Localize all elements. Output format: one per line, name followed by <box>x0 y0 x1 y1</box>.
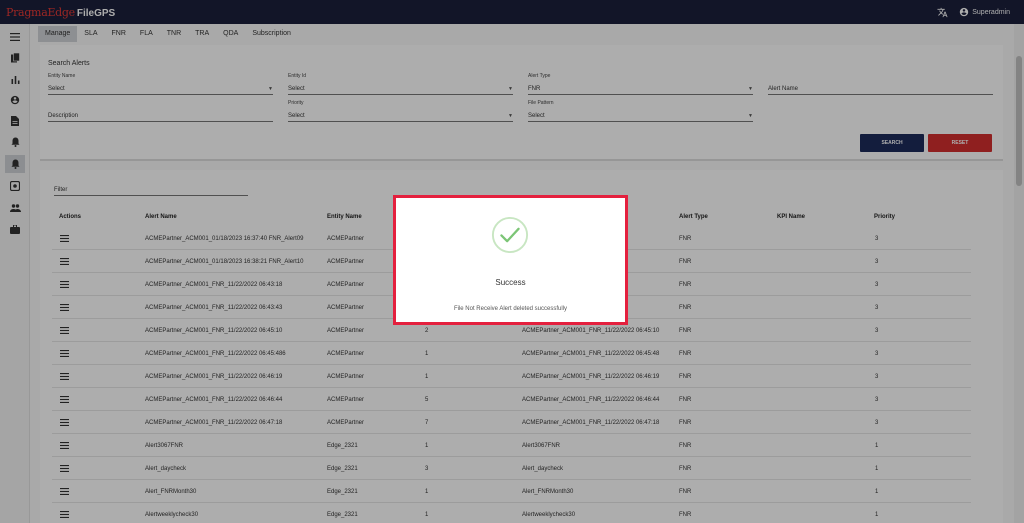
dialog-title: Success <box>495 278 526 287</box>
dialog-message: File Not Receive Alert deleted successfu… <box>453 306 568 312</box>
check-circle-icon <box>491 216 529 254</box>
success-dialog: Success File Not Receive Alert deleted s… <box>393 195 628 325</box>
